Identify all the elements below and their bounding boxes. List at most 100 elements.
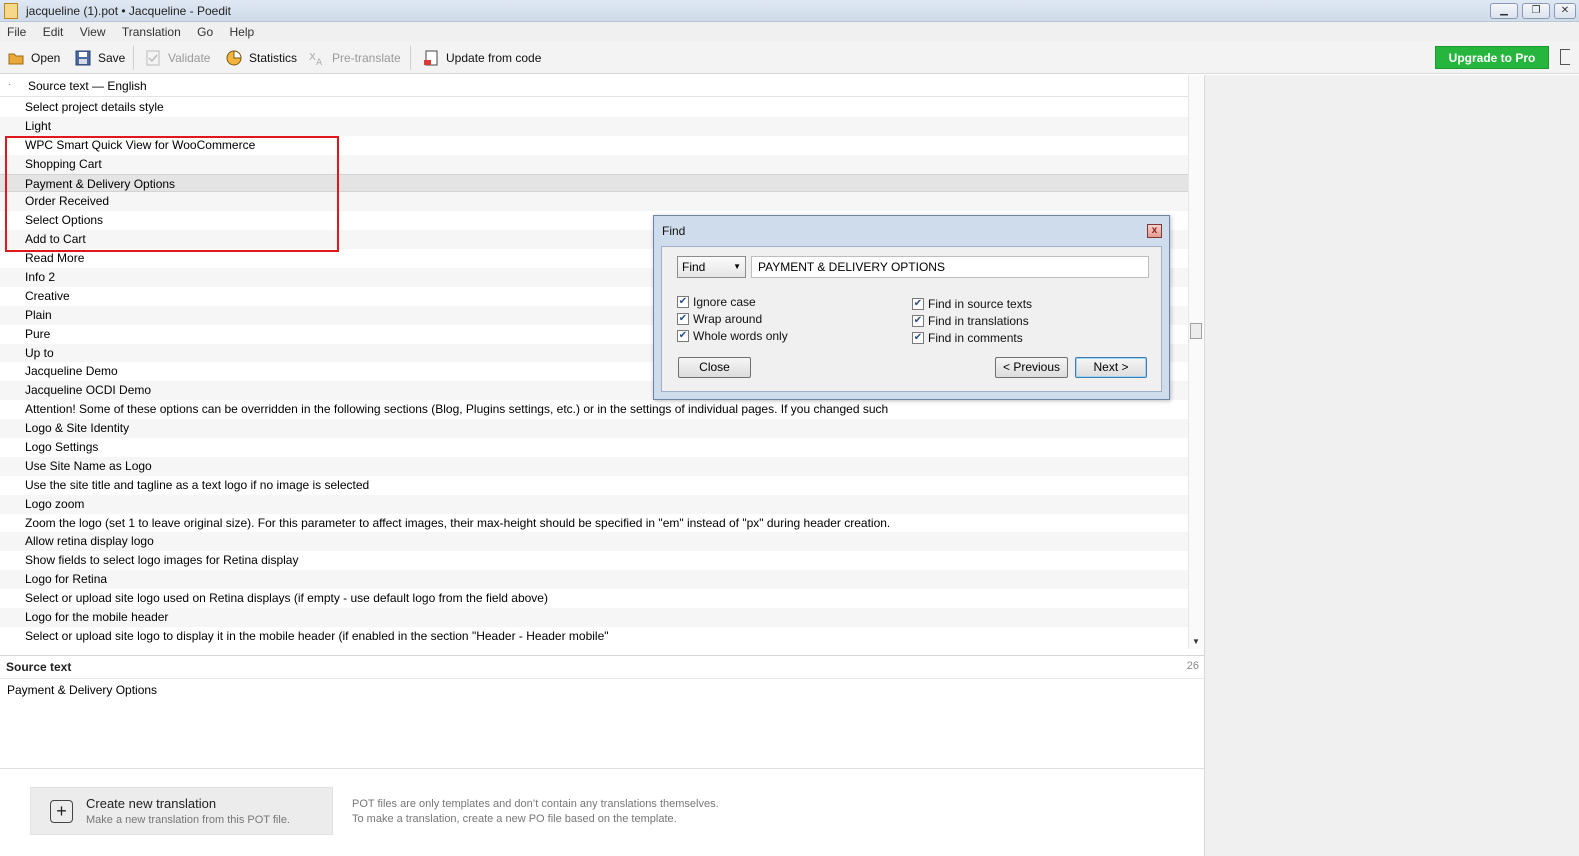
right-sidebar	[1204, 75, 1579, 856]
menu-bar: File Edit View Translation Go Help	[0, 22, 1579, 41]
validate-button[interactable]: Validate	[145, 49, 210, 67]
ignore-case-label: Ignore case	[693, 295, 756, 309]
menu-translation[interactable]: Translation	[115, 22, 187, 39]
document-refresh-icon	[423, 50, 439, 66]
status-column-header[interactable]: ·	[8, 79, 11, 90]
svg-text:A: A	[316, 58, 323, 66]
statistics-label: Statistics	[249, 51, 298, 65]
source-column-header[interactable]: Source text — English	[28, 79, 147, 93]
pot-info-note: POT files are only templates and don’t c…	[352, 797, 719, 827]
restore-icon[interactable]: ❐	[1522, 3, 1550, 19]
menu-edit[interactable]: Edit	[36, 22, 70, 39]
validate-label: Validate	[168, 51, 211, 65]
list-item[interactable]: Use Site Name as Logo	[0, 456, 1188, 476]
checkbox-icon: ✔	[912, 298, 924, 310]
checkbox-icon: ✔	[677, 313, 689, 325]
menu-go[interactable]: Go	[190, 22, 219, 39]
pie-chart-icon	[226, 50, 242, 66]
source-text-label: Source text	[6, 660, 72, 674]
open-button[interactable]: Open	[8, 49, 60, 67]
close-icon[interactable]: ✕	[1554, 3, 1576, 19]
list-header: · Source text — English	[0, 75, 1188, 97]
list-item[interactable]: Light	[0, 116, 1188, 136]
wrap-around-label: Wrap around	[693, 312, 763, 326]
create-translation-title: Create new translation	[86, 796, 217, 811]
find-in-comments-checkbox[interactable]: ✔ Find in comments	[912, 331, 1023, 345]
menu-help[interactable]: Help	[222, 22, 260, 39]
create-translation-subtitle: Make a new translation from this POT fil…	[86, 814, 290, 826]
svg-text:X: X	[309, 52, 316, 63]
list-item[interactable]: Select or upload site logo used on Retin…	[0, 589, 1188, 608]
statistics-button[interactable]: Statistics	[226, 49, 297, 67]
source-char-count: 26	[1186, 660, 1199, 672]
checkbox-icon: ✔	[912, 332, 924, 344]
list-item[interactable]: Logo & Site Identity	[0, 419, 1188, 439]
find-in-translations-label: Find in translations	[928, 314, 1029, 328]
pretranslate-button[interactable]: XA Pre-translate	[309, 49, 401, 68]
create-new-translation-button[interactable]: + Create new translation Make a new tran…	[30, 787, 333, 835]
chevron-down-icon: ▼	[733, 262, 741, 271]
menu-view[interactable]: View	[73, 22, 112, 39]
save-label: Save	[98, 51, 126, 65]
list-item[interactable]: Logo for Retina	[0, 570, 1188, 590]
floppy-disk-icon	[75, 50, 91, 66]
bottom-panel: + Create new translation Make a new tran…	[0, 768, 1204, 856]
update-from-code-button[interactable]: Update from code	[423, 49, 541, 67]
scrollbar-thumb[interactable]	[1190, 323, 1202, 339]
list-item[interactable]: Attention! Some of these options can be …	[0, 400, 1188, 419]
list-item[interactable]: Select project details style	[0, 98, 1188, 117]
ignore-case-checkbox[interactable]: ✔ Ignore case	[677, 295, 756, 309]
folder-icon	[8, 50, 24, 66]
minimize-icon[interactable]: ▁	[1490, 3, 1518, 19]
pretranslate-label: Pre-translate	[332, 51, 401, 65]
highlight-annotation-box	[5, 136, 339, 252]
toolbar: Open Save Validate Statistics XA Pre-tra…	[0, 41, 1579, 74]
find-query-input[interactable]: PAYMENT & DELIVERY OPTIONS	[751, 256, 1149, 278]
list-item[interactable]: Show fields to select logo images for Re…	[0, 551, 1188, 570]
source-text-content: Payment & Delivery Options	[7, 683, 158, 697]
next-button[interactable]: Next >	[1075, 357, 1147, 378]
find-mode-select[interactable]: Find ▼	[677, 256, 746, 278]
list-item[interactable]: Select or upload site logo to display it…	[0, 627, 1188, 646]
list-item[interactable]: Allow retina display logo	[0, 532, 1188, 552]
find-in-source-label: Find in source texts	[928, 297, 1033, 311]
find-mode-value: Find	[682, 260, 706, 274]
title-bar: jacqueline (1).pot • Jacqueline - Poedit…	[0, 0, 1579, 22]
find-in-source-checkbox[interactable]: ✔ Find in source texts	[912, 297, 1032, 311]
checkmark-document-icon	[145, 50, 161, 66]
upgrade-to-pro-button[interactable]: Upgrade to Pro	[1435, 46, 1549, 69]
find-dialog: Find x Find ▼ PAYMENT & DELIVERY OPTIONS…	[653, 215, 1170, 400]
update-label: Update from code	[446, 51, 542, 65]
checkbox-icon: ✔	[912, 315, 924, 327]
menu-file[interactable]: File	[0, 22, 32, 39]
translate-icon: XA	[309, 50, 325, 68]
sidebar-toggle-icon[interactable]	[1560, 49, 1570, 65]
find-dialog-body: Find ▼ PAYMENT & DELIVERY OPTIONS ✔ Igno…	[661, 246, 1162, 392]
whole-words-label: Whole words only	[693, 329, 788, 343]
pot-note-line-2: To make a translation, create a new PO f…	[352, 813, 677, 825]
plus-icon: +	[50, 800, 73, 823]
window-title: jacqueline (1).pot • Jacqueline - Poedit	[26, 4, 231, 18]
list-item[interactable]: Logo Settings	[0, 438, 1188, 457]
save-button[interactable]: Save	[75, 49, 125, 67]
checkbox-icon: ✔	[677, 296, 689, 308]
list-item[interactable]: Logo zoom	[0, 494, 1188, 514]
find-dialog-title: Find	[662, 224, 686, 238]
list-item[interactable]: Use the site title and tagline as a text…	[0, 476, 1188, 495]
scroll-down-arrow-icon[interactable]: ▼	[1192, 637, 1200, 646]
toolbar-divider	[133, 46, 134, 70]
whole-words-checkbox[interactable]: ✔ Whole words only	[677, 329, 788, 343]
list-scrollbar[interactable]: ▼	[1188, 75, 1203, 649]
checkbox-icon: ✔	[677, 330, 689, 342]
previous-button[interactable]: < Previous	[995, 357, 1068, 378]
wrap-around-checkbox[interactable]: ✔ Wrap around	[677, 312, 762, 326]
find-in-translations-checkbox[interactable]: ✔ Find in translations	[912, 314, 1029, 328]
pot-note-line-1: POT files are only templates and don’t c…	[352, 798, 719, 810]
find-in-comments-label: Find in comments	[928, 331, 1023, 345]
close-button[interactable]: Close	[678, 357, 751, 378]
close-icon[interactable]: x	[1147, 224, 1162, 238]
poedit-app-icon	[4, 3, 18, 19]
source-text-header: Source text 26	[0, 655, 1204, 679]
list-item[interactable]: Zoom the logo (set 1 to leave original s…	[0, 514, 1188, 533]
list-item[interactable]: Logo for the mobile header	[0, 608, 1188, 627]
